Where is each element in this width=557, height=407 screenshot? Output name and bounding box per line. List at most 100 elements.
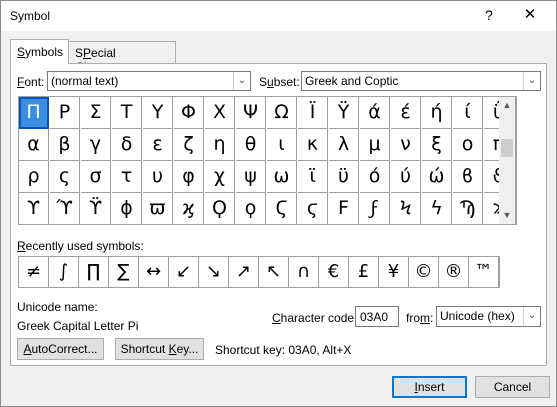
symbol-cell[interactable]: α (19, 129, 49, 161)
recent-symbol-cell[interactable]: © (409, 257, 439, 287)
symbol-cell[interactable]: Ϡ (453, 193, 483, 225)
symbol-cell[interactable]: Ϊ (298, 97, 328, 129)
symbol-cell[interactable]: ξ (422, 129, 452, 161)
from-select[interactable]: Unicode (hex) ⌄ (436, 306, 541, 327)
subset-select[interactable]: Greek and Coptic ⌄ (301, 71, 541, 91)
symbol-cell[interactable]: β (50, 129, 80, 161)
symbol-cell[interactable]: ϐ (453, 161, 483, 193)
symbol-cell[interactable]: ϊ (298, 161, 328, 193)
symbol-cell[interactable]: Ϋ (329, 97, 359, 129)
symbol-cell[interactable]: Σ (81, 97, 111, 129)
tab-symbols[interactable]: Symbols (10, 39, 69, 64)
symbol-cell[interactable]: φ (174, 161, 204, 193)
symbol-cell[interactable]: Ϝ (329, 193, 359, 225)
scroll-down-arrow-icon[interactable]: ▼ (499, 207, 515, 224)
symbol-cell[interactable]: λ (329, 129, 359, 161)
symbol-cell[interactable]: Φ (174, 97, 204, 129)
help-button[interactable]: ? (479, 5, 499, 25)
symbol-cell[interactable]: ρ (19, 161, 49, 193)
symbol-cell[interactable]: ϒ (19, 193, 49, 225)
recent-symbol-cell[interactable]: ∏ (79, 257, 109, 287)
symbol-cell[interactable]: ω (267, 161, 297, 193)
font-select[interactable]: (normal text) ⌄ (47, 71, 251, 91)
title-bar: Symbol ? ✕ (1, 1, 556, 31)
symbol-cell[interactable]: Ϟ (391, 193, 421, 225)
from-label-text: : (430, 311, 434, 325)
symbol-cell[interactable]: ή (422, 97, 452, 129)
recent-symbol-cell[interactable]: ↙ (169, 257, 199, 287)
symbol-cell[interactable]: Ω (267, 97, 297, 129)
symbol-cell[interactable]: ϋ (329, 161, 359, 193)
shortcut-key-button[interactable]: Shortcut Key... (115, 338, 204, 360)
symbol-cell[interactable]: Τ (112, 97, 142, 129)
recent-symbol-cell[interactable]: ® (439, 257, 469, 287)
symbol-cell[interactable]: χ (205, 161, 235, 193)
symbol-cell[interactable]: ϝ (360, 193, 390, 225)
symbol-cell[interactable]: ό (360, 161, 390, 193)
scroll-up-arrow-icon[interactable]: ▲ (499, 97, 515, 114)
recent-symbol-cell[interactable]: € (319, 257, 349, 287)
font-label: Font: (17, 75, 44, 89)
cancel-button[interactable]: Cancel (475, 376, 550, 398)
symbol-cell[interactable]: η (205, 129, 235, 161)
symbol-cell[interactable]: ψ (236, 161, 266, 193)
symbol-cell[interactable]: ϕ (112, 193, 142, 225)
insert-button[interactable]: Insert (392, 376, 467, 398)
symbol-cell[interactable]: ύ (391, 161, 421, 193)
symbol-cell[interactable]: κ (298, 129, 328, 161)
symbol-cell[interactable]: Ϙ (205, 193, 235, 225)
symbol-cell[interactable]: ά (360, 97, 390, 129)
symbol-cell[interactable]: Ϛ (267, 193, 297, 225)
symbol-cell[interactable]: Χ (205, 97, 235, 129)
symbol-cell[interactable]: γ (81, 129, 111, 161)
symbol-cell[interactable]: ϙ (236, 193, 266, 225)
symbol-cell[interactable]: μ (360, 129, 390, 161)
symbol-cell[interactable]: ν (391, 129, 421, 161)
symbol-cell-selected[interactable]: Π (19, 97, 49, 129)
symbol-cell[interactable]: θ (236, 129, 266, 161)
recent-symbol-cell[interactable]: ≠ (19, 257, 49, 287)
symbol-cell[interactable]: δ (112, 129, 142, 161)
symbol-grid-scrollbar[interactable]: ▲ ▼ (499, 96, 516, 225)
symbol-cell[interactable]: Υ (143, 97, 173, 129)
recent-symbol-cell[interactable]: ∩ (289, 257, 319, 287)
recent-symbol-cell[interactable]: ∫ (49, 257, 79, 287)
symbol-cell[interactable]: Ψ (236, 97, 266, 129)
recent-symbol-cell[interactable]: ™ (469, 257, 499, 287)
symbol-cell[interactable]: ϟ (422, 193, 452, 225)
symbol-cell[interactable]: τ (112, 161, 142, 193)
symbol-cell[interactable]: ε (143, 129, 173, 161)
shortcut-key-info: Shortcut key: 03A0, Alt+X (215, 343, 352, 357)
symbol-cell[interactable]: σ (81, 161, 111, 193)
symbol-cell[interactable]: ς (50, 161, 80, 193)
recent-symbol-cell[interactable]: ↗ (229, 257, 259, 287)
symbol-cell[interactable]: ώ (422, 161, 452, 193)
symbol-cell[interactable]: ζ (174, 129, 204, 161)
symbol-cell[interactable]: ϔ (81, 193, 111, 225)
chevron-down-icon: ⌄ (523, 307, 540, 325)
symbol-cell[interactable]: ϓ (50, 193, 80, 225)
tab-special-characters[interactable]: SPecial Characters (68, 41, 176, 74)
recent-symbol-cell[interactable]: ¥ (379, 257, 409, 287)
symbol-cell[interactable]: ϛ (298, 193, 328, 225)
recent-symbol-cell[interactable]: ↖ (259, 257, 289, 287)
recent-label-hotkey: R (17, 239, 26, 253)
symbol-cell[interactable]: υ (143, 161, 173, 193)
autocorrect-button[interactable]: AutoCorrect... (17, 338, 104, 360)
symbol-cell[interactable]: ί (453, 97, 483, 129)
recent-label-text: ecently used symbols: (25, 239, 144, 253)
character-code-input[interactable]: 03A0 (355, 306, 399, 327)
symbol-cell[interactable]: Ρ (50, 97, 80, 129)
scrollbar-thumb[interactable] (501, 139, 513, 157)
recent-symbol-cell[interactable]: £ (349, 257, 379, 287)
symbol-cell[interactable]: ο (453, 129, 483, 161)
symbol-cell[interactable]: έ (391, 97, 421, 129)
symbol-cell[interactable]: ϗ (174, 193, 204, 225)
character-code-label: Character code: (272, 311, 357, 325)
close-button[interactable]: ✕ (515, 4, 545, 26)
symbol-cell[interactable]: ι (267, 129, 297, 161)
recent-symbol-cell[interactable]: ∑ (109, 257, 139, 287)
recent-symbol-cell[interactable]: ↘ (199, 257, 229, 287)
recent-symbol-cell[interactable]: ↔ (139, 257, 169, 287)
symbol-cell[interactable]: ϖ (143, 193, 173, 225)
